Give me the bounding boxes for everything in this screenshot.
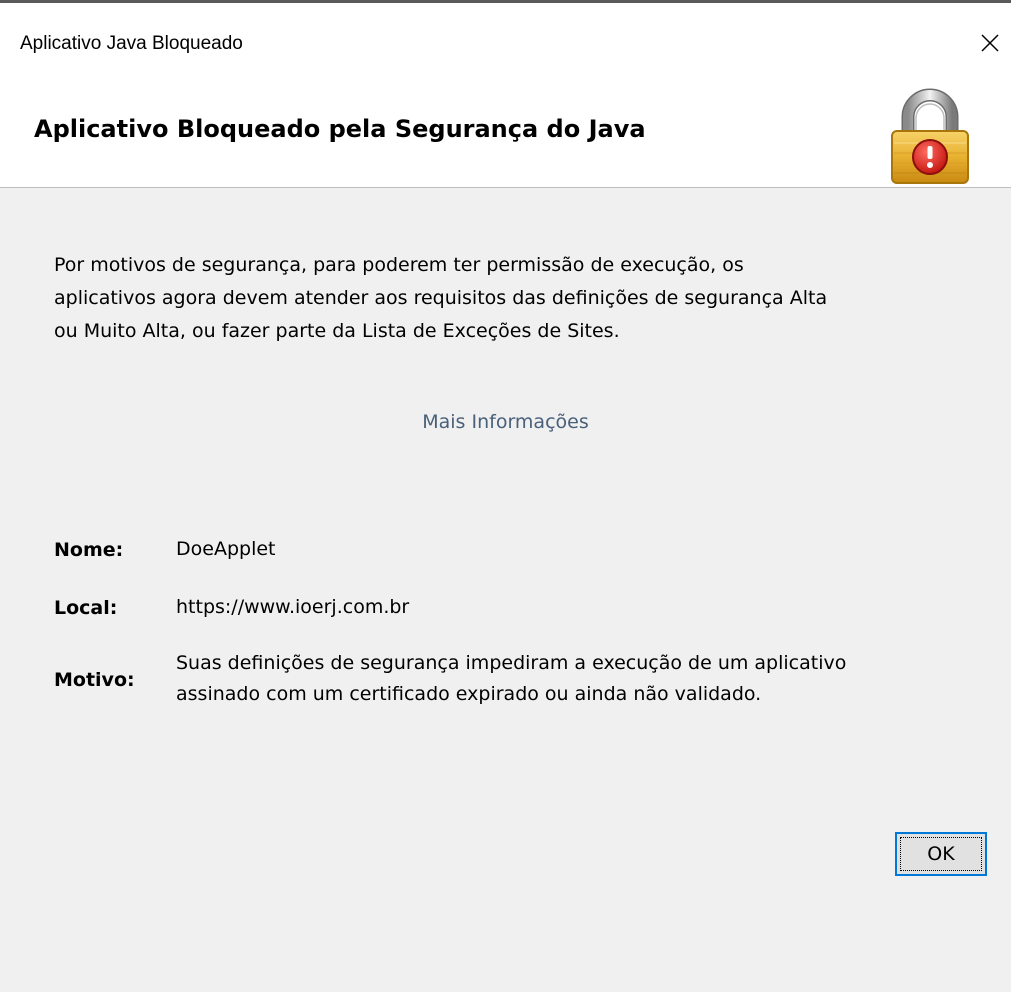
title-bar[interactable]: Aplicativo Java Bloqueado — [0, 3, 1011, 77]
message-line: Por motivos de segurança, para poderem t… — [54, 254, 744, 276]
ok-button[interactable]: OK — [895, 832, 987, 876]
reason-value: Suas definições de segurança impediram a… — [176, 648, 846, 710]
security-message: Por motivos de segurança, para poderem t… — [54, 249, 984, 348]
ok-button-label: OK — [927, 843, 955, 865]
java-blocked-dialog: Aplicativo Java Bloqueado Aplicativo Blo… — [0, 0, 1011, 992]
window-title: Aplicativo Java Bloqueado — [20, 33, 243, 54]
message-line: ou Muito Alta, ou fazer parte da Lista d… — [54, 320, 620, 342]
header-title: Aplicativo Bloqueado pela Segurança do J… — [34, 115, 646, 143]
close-button[interactable] — [969, 23, 1011, 63]
message-line: aplicativos agora devem atender aos requ… — [54, 287, 828, 309]
more-info-link[interactable]: Mais Informações — [0, 411, 1011, 433]
dialog-header: Aplicativo Bloqueado pela Segurança do J… — [0, 77, 1011, 188]
reason-line: assinado com um certificado expirado ou … — [176, 683, 762, 705]
name-value: DoeApplet — [176, 538, 276, 560]
reason-label: Motivo: — [54, 669, 135, 691]
location-label: Local: — [54, 597, 118, 619]
name-label: Nome: — [54, 539, 124, 561]
location-value: https://www.ioerj.com.br — [176, 596, 410, 618]
dialog-content: Por motivos de segurança, para poderem t… — [0, 189, 1011, 992]
lock-warning-icon — [891, 88, 969, 184]
reason-line: Suas definições de segurança impediram a… — [176, 652, 847, 674]
close-icon — [981, 34, 999, 52]
